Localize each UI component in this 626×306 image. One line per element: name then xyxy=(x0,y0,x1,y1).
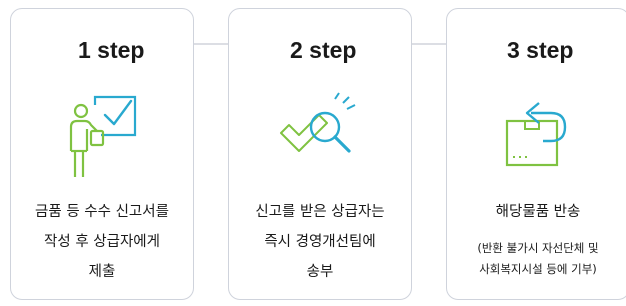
step-note: (반환 불가시 자선단체 및 사회복지시설 등에 기부) xyxy=(447,238,626,280)
step-card-3: 3 step 해당물품 반송 (반환 불가시 자선단체 및 사회복지시설 등에 … xyxy=(446,8,626,300)
note-line: 사회복지시설 등에 기부) xyxy=(479,262,597,276)
desc-line: 해당물품 반송 xyxy=(495,204,581,220)
desc-line: 신고를 받은 상급자는 xyxy=(255,204,385,220)
step-description: 해당물품 반송 xyxy=(447,197,626,227)
desc-line: 송부 xyxy=(306,264,334,280)
desc-line: 작성 후 상급자에게 xyxy=(44,234,160,250)
step-title-text: 3 step xyxy=(497,37,584,63)
return-box-icon xyxy=(447,91,626,177)
step-card-1: 1 step 금품 등 수수 신고서를 작성 후 상급자에게 제출 xyxy=(10,8,194,300)
step-title: 3 step xyxy=(447,37,626,64)
magnifier-check-icon xyxy=(229,91,411,177)
step-title-text: 1 step xyxy=(68,37,155,63)
presenter-checkbox-icon xyxy=(11,91,193,177)
desc-line: 제출 xyxy=(88,264,116,280)
step-title-text: 2 step xyxy=(280,37,367,63)
desc-line: 금품 등 수수 신고서를 xyxy=(35,204,169,220)
desc-line: 즉시 경영개선팀에 xyxy=(264,234,376,250)
note-line: (반환 불가시 자선단체 및 xyxy=(477,241,599,255)
step-description: 신고를 받은 상급자는 즉시 경영개선팀에 송부 xyxy=(229,197,411,287)
step-description: 금품 등 수수 신고서를 작성 후 상급자에게 제출 xyxy=(11,197,193,287)
step-title: 1 step xyxy=(11,37,193,64)
step-card-2: 2 step 신고를 받은 상급자는 즉시 경영개선팀에 송부 xyxy=(228,8,412,300)
step-title: 2 step xyxy=(229,37,411,64)
